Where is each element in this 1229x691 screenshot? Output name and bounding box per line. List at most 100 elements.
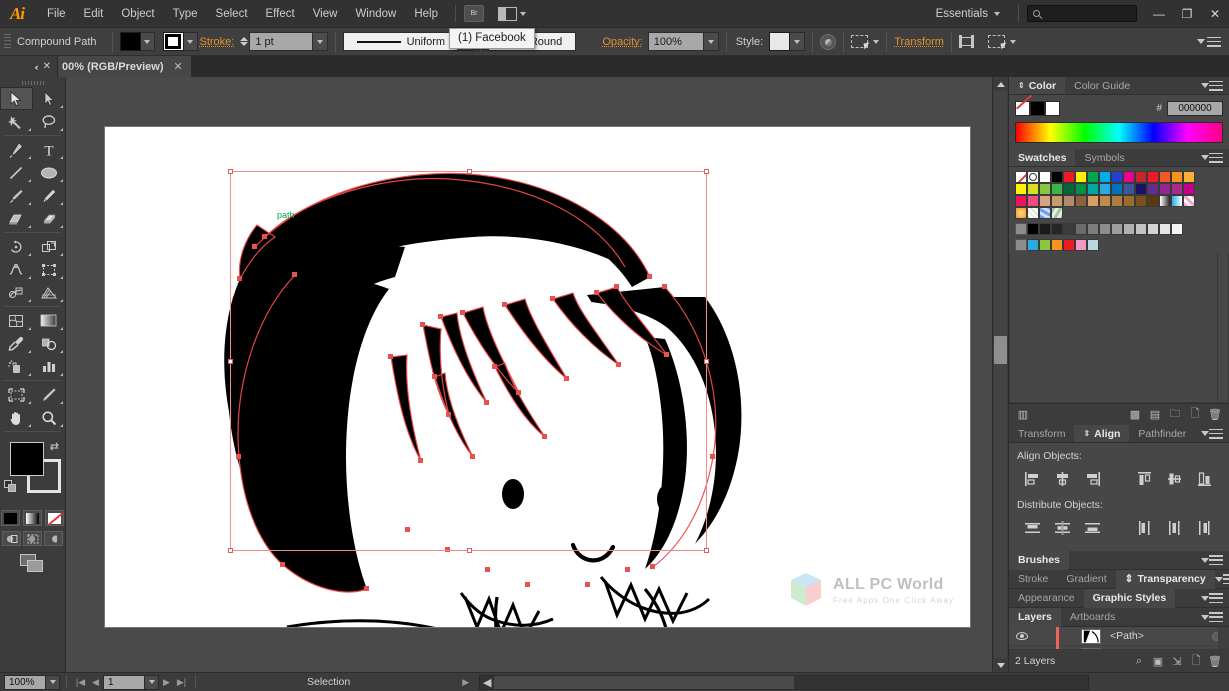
- control-bar-panel-menu[interactable]: [1197, 37, 1221, 47]
- swatch[interactable]: [1087, 183, 1099, 195]
- color-panel-menu[interactable]: [1201, 77, 1229, 94]
- selection-handle[interactable]: [228, 169, 233, 174]
- restore-button[interactable]: ❐: [1173, 0, 1201, 28]
- opacity-label[interactable]: Opacity:: [602, 36, 642, 48]
- swatch[interactable]: [1183, 171, 1195, 183]
- swatch[interactable]: [1135, 183, 1147, 195]
- opacity-dropdown[interactable]: [704, 32, 719, 51]
- swatch[interactable]: [1039, 207, 1051, 219]
- hex-input-group[interactable]: # 000000: [1156, 101, 1223, 116]
- distribute-vertical-bottom-button[interactable]: [1077, 517, 1107, 539]
- stroke-color-control[interactable]: [163, 32, 198, 51]
- canvas-vertical-scrollbar[interactable]: [992, 77, 1008, 672]
- swatch[interactable]: [1087, 239, 1099, 251]
- swatch[interactable]: [1159, 171, 1171, 183]
- distribute-vertical-center-button[interactable]: [1047, 517, 1077, 539]
- tab-align[interactable]: ⇕ Align: [1074, 425, 1129, 442]
- tool-width[interactable]: [0, 258, 33, 281]
- create-new-layer-icon[interactable]: 🗋: [1188, 653, 1204, 669]
- swatch[interactable]: [1111, 183, 1123, 195]
- tool-perspective-grid[interactable]: [33, 281, 66, 304]
- stroke-swatch[interactable]: [163, 32, 184, 51]
- tool-line-segment[interactable]: [0, 161, 33, 184]
- tool-slice[interactable]: [33, 383, 66, 406]
- align-right-button[interactable]: [1077, 468, 1107, 490]
- swatch[interactable]: [1099, 195, 1111, 207]
- menu-file[interactable]: File: [38, 0, 75, 28]
- selection-handle[interactable]: [467, 548, 472, 553]
- swatch[interactable]: [1123, 183, 1135, 195]
- tab-color-guide[interactable]: Color Guide: [1065, 77, 1139, 94]
- swatch[interactable]: [1051, 223, 1063, 235]
- stroke-weight-stepper[interactable]: [240, 37, 248, 46]
- swatch-folder-icon[interactable]: [1015, 223, 1027, 235]
- table-row[interactable]: <Path>: [1009, 646, 1229, 650]
- swatch[interactable]: [1015, 183, 1027, 195]
- delete-swatch-icon[interactable]: 🗑: [1207, 407, 1223, 423]
- swatch[interactable]: [1075, 223, 1087, 235]
- graphic-styles-panel-menu[interactable]: [1201, 593, 1229, 603]
- table-row[interactable]: <Path>: [1009, 627, 1229, 646]
- scroll-down-icon[interactable]: [997, 658, 1005, 672]
- swatch[interactable]: [1039, 183, 1051, 195]
- tool-direct-selection[interactable]: [33, 87, 66, 110]
- recolor-artwork-icon[interactable]: [820, 34, 836, 50]
- align-left-button[interactable]: [1017, 468, 1047, 490]
- selection-handle[interactable]: [228, 359, 233, 364]
- swap-fill-stroke-icon[interactable]: ⇄: [50, 440, 59, 453]
- tab-artboards[interactable]: Artboards: [1061, 608, 1125, 627]
- stepper-up-icon[interactable]: [240, 37, 248, 41]
- tool-column-graph[interactable]: [33, 355, 66, 378]
- screen-mode-button[interactable]: [0, 554, 65, 574]
- swatch[interactable]: [1099, 223, 1111, 235]
- tab-bar-grip[interactable]: ‹‹ ✕: [0, 56, 58, 77]
- swatch[interactable]: [1135, 195, 1147, 207]
- swatch[interactable]: [1099, 183, 1111, 195]
- tab-stroke[interactable]: Stroke: [1009, 570, 1057, 589]
- zoom-level-dropdown[interactable]: [46, 675, 60, 690]
- stroke-weight-dropdown[interactable]: [313, 32, 328, 51]
- tab-layers[interactable]: Layers: [1009, 608, 1061, 627]
- swatches-scroll-area[interactable]: [1009, 253, 1229, 403]
- color-black-swatch[interactable]: [1030, 101, 1045, 116]
- tool-blend[interactable]: [33, 332, 66, 355]
- swatch[interactable]: [1027, 183, 1039, 195]
- swatch[interactable]: [1063, 239, 1075, 251]
- tool-scale[interactable]: [33, 235, 66, 258]
- align-bottom-button[interactable]: [1189, 468, 1219, 490]
- swatch-options-icon[interactable]: ▤: [1147, 407, 1163, 423]
- zoom-level-input[interactable]: 100%: [4, 675, 46, 690]
- swatch[interactable]: [1039, 171, 1051, 183]
- document-tab[interactable]: 00% (RGB/Preview) ✕: [58, 56, 192, 77]
- tool-mesh[interactable]: [0, 309, 33, 332]
- swatches-grid[interactable]: [1009, 167, 1229, 253]
- none-fill-button[interactable]: [45, 510, 64, 526]
- color-spectrum-bar[interactable]: [1015, 122, 1223, 143]
- swatch[interactable]: [1027, 195, 1039, 207]
- swatch[interactable]: [1075, 171, 1087, 183]
- control-bar-grip[interactable]: [4, 34, 12, 50]
- create-new-sublayer-icon[interactable]: ⇲: [1169, 653, 1185, 669]
- swatch[interactable]: [1123, 195, 1135, 207]
- stroke-profile-select[interactable]: Uniform: [343, 32, 458, 51]
- menu-view[interactable]: View: [304, 0, 347, 28]
- selection-handle[interactable]: [228, 548, 233, 553]
- tab-gradient[interactable]: Gradient: [1057, 570, 1115, 589]
- status-text[interactable]: Selection: [307, 676, 350, 688]
- selection-bounding-box[interactable]: [230, 171, 707, 551]
- document-tab-close-icon[interactable]: ✕: [173, 60, 182, 73]
- swatch[interactable]: [1171, 171, 1183, 183]
- draw-normal-icon[interactable]: [2, 531, 21, 546]
- swatch[interactable]: [1123, 171, 1135, 183]
- new-swatch-icon[interactable]: 🗋: [1187, 407, 1203, 423]
- distribute-horizontal-right-button[interactable]: [1189, 517, 1219, 539]
- swatch[interactable]: [1111, 223, 1123, 235]
- swatch-registration[interactable]: [1027, 171, 1039, 183]
- swatches-scrollbar[interactable]: [1217, 253, 1228, 402]
- swatch[interactable]: [1123, 223, 1135, 235]
- swatch[interactable]: [1039, 223, 1051, 235]
- menu-window[interactable]: Window: [346, 0, 405, 28]
- horizontal-scroll-thumb[interactable]: [494, 676, 794, 689]
- tool-shape-builder[interactable]: [0, 281, 33, 304]
- fill-swatch[interactable]: [120, 32, 141, 51]
